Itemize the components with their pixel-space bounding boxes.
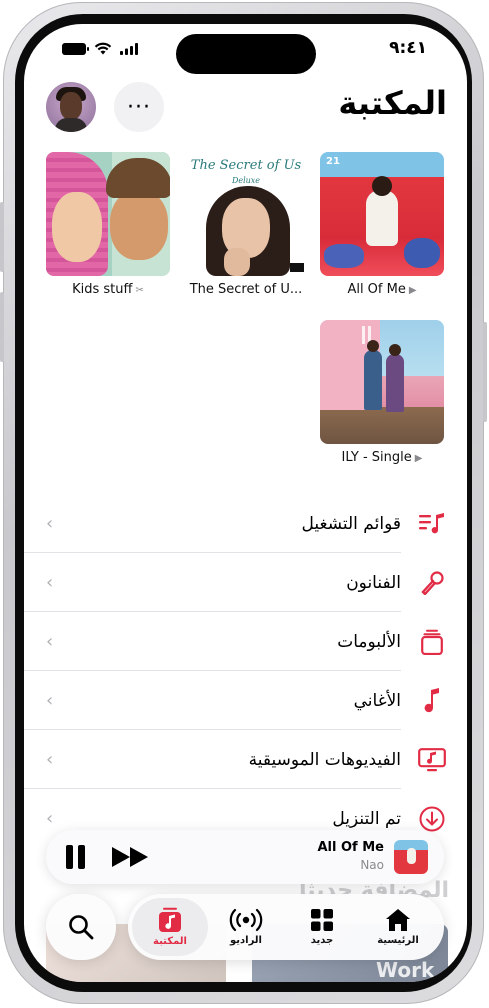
status-time: ٩:٤١ <box>389 38 427 58</box>
fast-forward-button[interactable] <box>110 843 152 871</box>
dynamic-island <box>176 34 316 74</box>
chevron-icon: ‹ <box>46 808 54 829</box>
play-icon: ▶ <box>414 453 423 464</box>
album-art-number: 21 <box>326 156 340 167</box>
list-item-songs[interactable]: الأغاني ‹ <box>24 671 467 730</box>
chevron-icon: ‹ <box>46 749 54 770</box>
album-art-title: The Secret of Us <box>190 158 302 173</box>
album-art-subtitle: Deluxe <box>231 176 261 185</box>
cellular-signal-icon <box>120 42 138 55</box>
list-item-playlists[interactable]: قوائم التشغيل ‹ <box>24 494 467 553</box>
download-icon <box>417 804 447 834</box>
now-playing-title: All Of Me <box>317 840 385 855</box>
ellipsis-icon: ··· <box>127 94 151 120</box>
avatar[interactable] <box>46 82 96 132</box>
music-video-icon <box>417 745 447 775</box>
search-button[interactable] <box>46 894 116 960</box>
album-caption[interactable]: The Secret of U... <box>184 282 308 297</box>
now-playing-artist: Nao <box>360 858 384 872</box>
chevron-icon: ‹ <box>46 690 54 711</box>
library-icon <box>159 907 181 932</box>
tab-home[interactable]: الرئيسية <box>360 898 436 956</box>
radio-icon <box>229 908 263 932</box>
music-note-icon <box>417 686 447 716</box>
tab-bar: الرئيسية جديد الراديو المكتبة <box>128 894 444 960</box>
album-caption[interactable]: All Of Me ▶ <box>320 282 444 297</box>
wifi-icon <box>94 42 112 55</box>
chevron-icon: ‹ <box>46 631 54 652</box>
mini-player[interactable]: All Of Me Nao <box>46 830 444 884</box>
advisory-label <box>290 263 304 272</box>
battery-icon <box>62 42 89 55</box>
side-button <box>483 322 487 422</box>
side-button <box>0 292 4 362</box>
status-icons <box>62 42 138 55</box>
album-stack-icon <box>417 627 447 657</box>
tab-new[interactable]: جديد <box>284 898 360 956</box>
list-item-artists[interactable]: الفنانون ‹ <box>24 553 467 612</box>
play-icon: ▶ <box>408 285 417 296</box>
screen: ٩:٤١ المكتبة ··· 21 All Of Me ▶ The Secre… <box>24 24 467 982</box>
list-item-music-videos[interactable]: الفيديوهات الموسيقية ‹ <box>24 730 467 789</box>
list-item-albums[interactable]: الألبومات ‹ <box>24 612 467 671</box>
album-art-ily-single[interactable] <box>320 320 444 444</box>
grid-icon <box>311 909 333 931</box>
album-art-all-of-me[interactable]: 21 <box>320 152 444 276</box>
tab-radio[interactable]: الراديو <box>208 898 284 956</box>
album-art-the-secret-of-us[interactable]: The Secret of Us Deluxe <box>184 152 308 276</box>
tab-library[interactable]: المكتبة <box>132 898 208 956</box>
pause-button[interactable] <box>66 845 86 869</box>
page-title: المكتبة <box>338 84 447 122</box>
now-playing-artwork <box>394 840 428 874</box>
side-button <box>0 202 4 272</box>
playlists-icon <box>417 509 447 539</box>
album-caption[interactable]: ILY - Single ▶ <box>320 450 444 465</box>
shuffle-icon: ✂ <box>135 285 144 296</box>
chevron-icon: ‹ <box>46 513 54 534</box>
more-options-button[interactable]: ··· <box>114 82 164 132</box>
microphone-icon <box>417 568 447 598</box>
chevron-icon: ‹ <box>46 572 54 593</box>
album-art-kids-stuff[interactable] <box>46 152 170 276</box>
album-caption[interactable]: Kids stuff ✂ <box>46 282 170 297</box>
home-icon <box>386 909 410 931</box>
search-icon <box>69 915 94 940</box>
album-art-text: Work <box>376 958 435 982</box>
